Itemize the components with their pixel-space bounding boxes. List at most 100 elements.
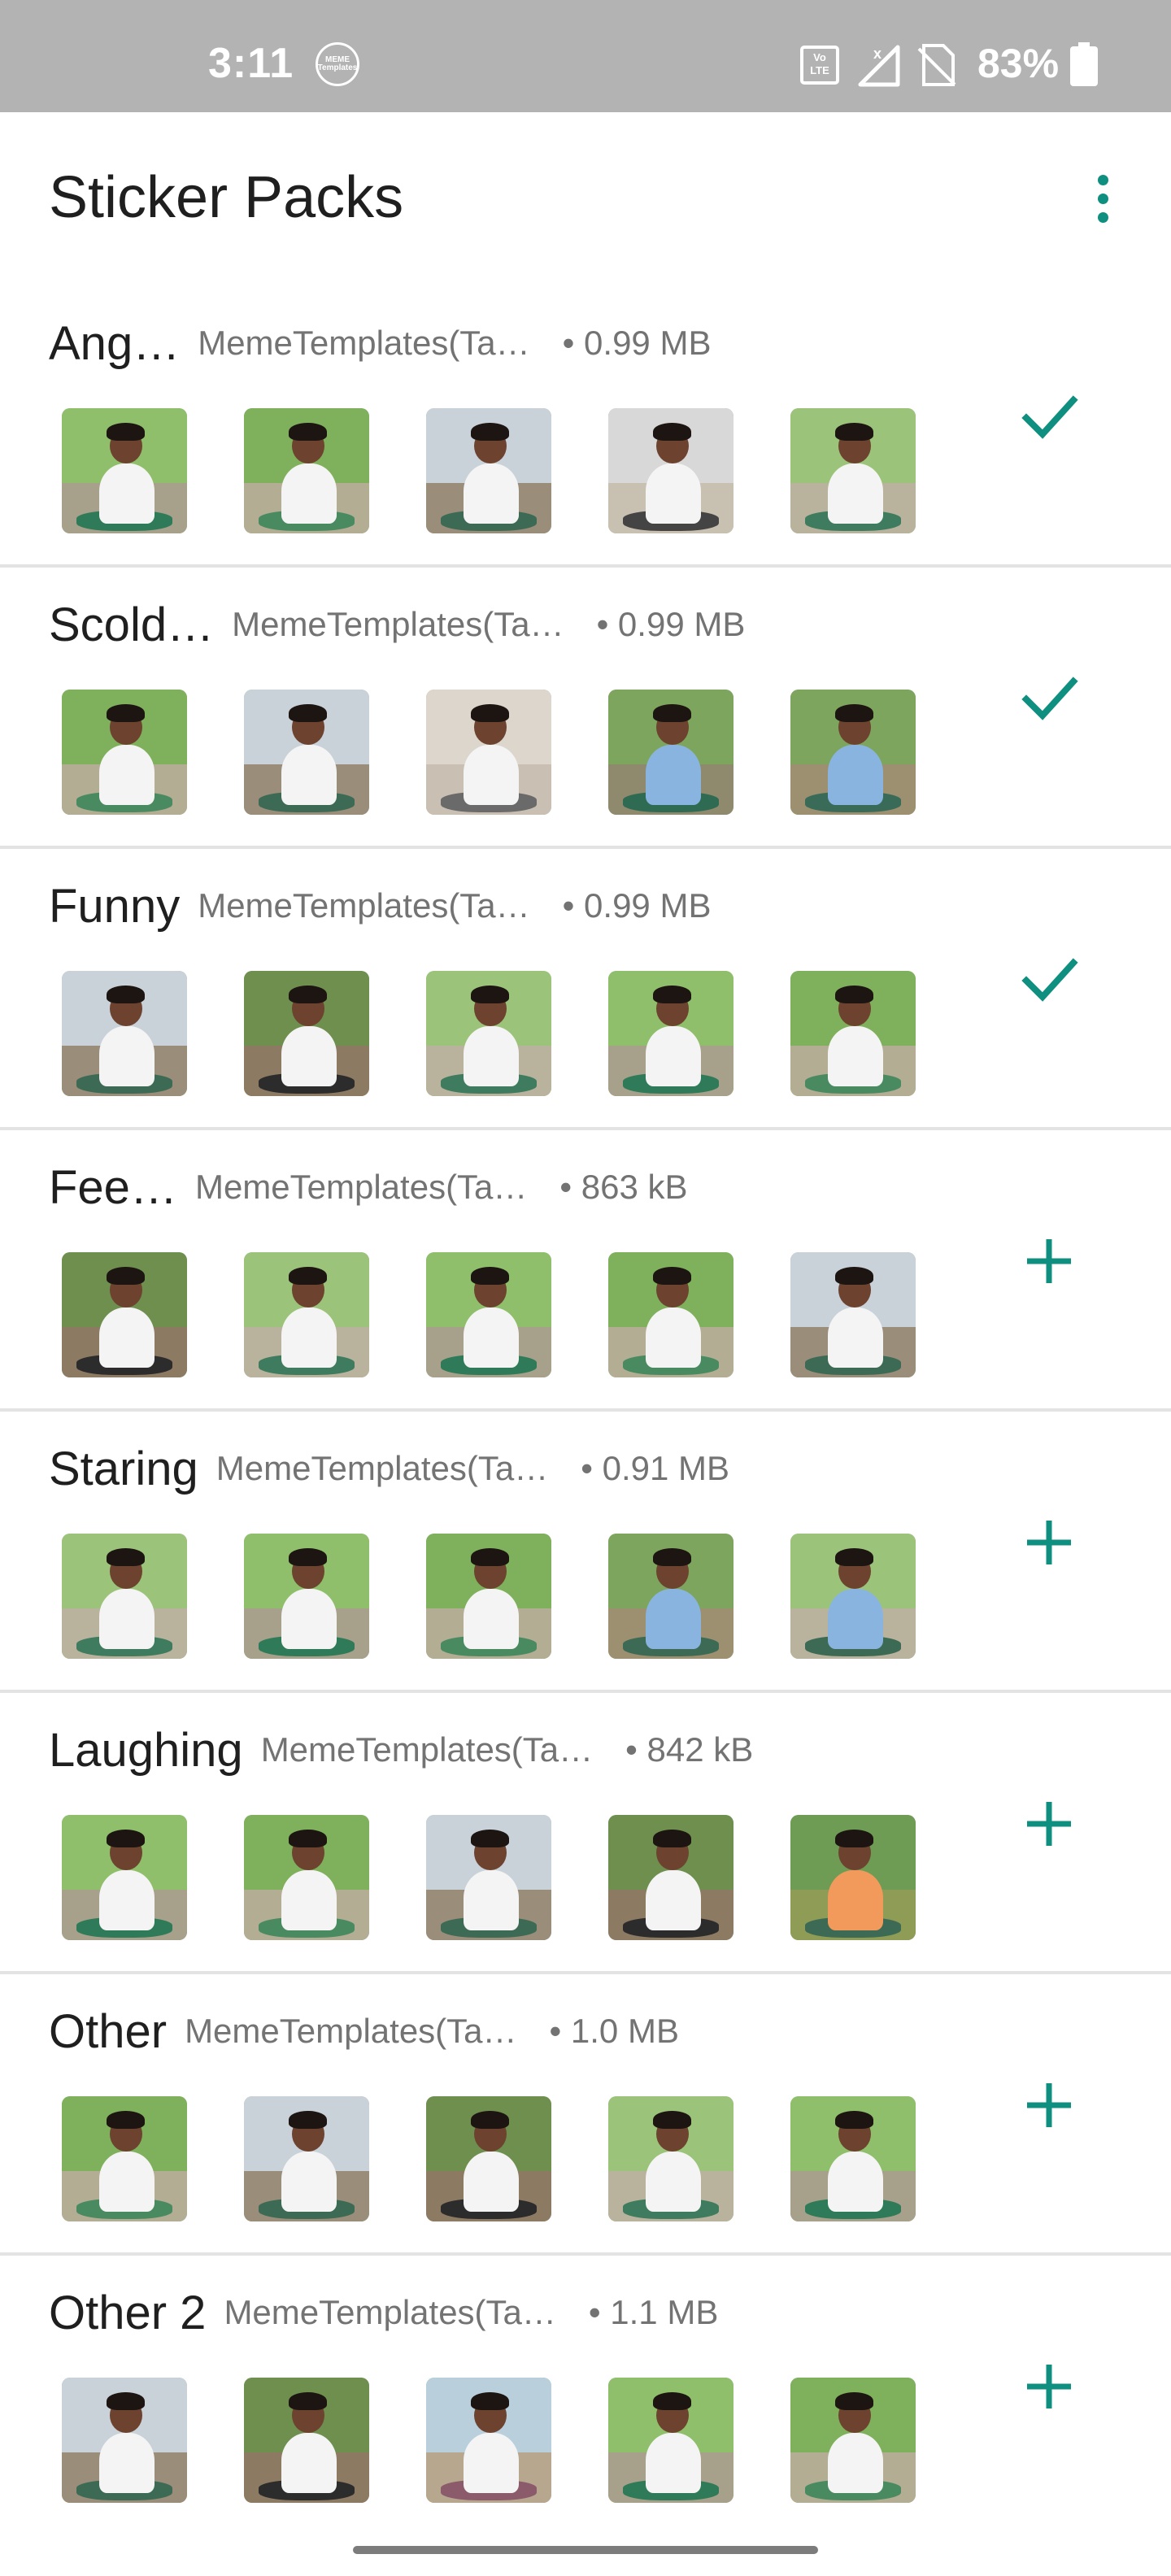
sticker-pack-publisher: MemeTemplates(Ta… bbox=[198, 324, 530, 362]
sticker-thumbnail bbox=[62, 2378, 187, 2503]
sticker-thumbnail bbox=[426, 1534, 551, 1659]
sticker-thumbnail bbox=[244, 2378, 369, 2503]
sticker-pack-name: Other bbox=[49, 2004, 168, 2058]
sticker-pack-publisher: MemeTemplates(Ta… bbox=[215, 1449, 549, 1487]
sticker-pack-size: • 842 kB bbox=[625, 1730, 754, 1769]
sticker-thumbnail bbox=[62, 1252, 187, 1377]
sticker-thumbnail bbox=[790, 1815, 916, 1940]
sticker-thumbnail bbox=[244, 690, 369, 815]
add-pack-button[interactable] bbox=[1008, 1501, 1090, 1582]
sticker-pack-name: Fee… bbox=[49, 1160, 177, 1214]
sticker-thumbnail bbox=[426, 408, 551, 533]
sticker-pack-header: Laughing MemeTemplates(Ta… • 842 kB bbox=[49, 1717, 753, 1782]
add-pack-button[interactable] bbox=[1008, 1782, 1090, 1864]
plus-icon bbox=[1027, 2365, 1071, 2408]
sticker-pack-row[interactable]: Fee… MemeTemplates(Ta… • 863 kB bbox=[0, 1130, 1171, 1412]
sticker-pack-publisher: MemeTemplates(Ta… bbox=[260, 1730, 594, 1769]
sticker-thumbnail bbox=[608, 2096, 734, 2221]
svg-text:x: x bbox=[873, 46, 882, 62]
sticker-thumbnail bbox=[426, 2096, 551, 2221]
pack-added-indicator[interactable] bbox=[1008, 657, 1090, 738]
sticker-pack-row[interactable]: Other 2 MemeTemplates(Ta… • 1.1 MB bbox=[0, 2256, 1171, 2537]
sticker-pack-name: Laughing bbox=[49, 1723, 243, 1777]
sticker-pack-name: Staring bbox=[49, 1442, 198, 1495]
sticker-pack-name: Funny bbox=[49, 879, 181, 933]
sticker-thumbnail bbox=[426, 971, 551, 1096]
sticker-preview-strip bbox=[62, 971, 916, 1096]
more-options-button[interactable] bbox=[1077, 166, 1129, 231]
sticker-thumbnail bbox=[608, 1252, 734, 1377]
pack-added-indicator[interactable] bbox=[1008, 938, 1090, 1020]
sticker-thumbnail bbox=[790, 1252, 916, 1377]
sticker-thumbnail bbox=[608, 1815, 734, 1940]
sticker-thumbnail bbox=[608, 690, 734, 815]
sticker-pack-publisher: MemeTemplates(Ta… bbox=[194, 1168, 528, 1206]
plus-icon bbox=[1027, 2083, 1071, 2127]
sticker-thumbnail bbox=[244, 1534, 369, 1659]
check-icon bbox=[1021, 395, 1078, 439]
sticker-pack-row[interactable]: Funny MemeTemplates(Ta… • 0.99 MB bbox=[0, 849, 1171, 1130]
sticker-pack-header: Other 2 MemeTemplates(Ta… • 1.1 MB bbox=[49, 2280, 718, 2345]
sticker-thumbnail bbox=[790, 2096, 916, 2221]
sticker-thumbnail bbox=[790, 2378, 916, 2503]
sticker-thumbnail bbox=[790, 1534, 916, 1659]
sticker-pack-row[interactable]: Laughing MemeTemplates(Ta… • 842 kB bbox=[0, 1693, 1171, 1974]
sticker-pack-list: Ang… MemeTemplates(Ta… • 0.99 MB Scold… Meme… bbox=[0, 286, 1171, 2537]
sticker-pack-header: Funny MemeTemplates(Ta… • 0.99 MB bbox=[49, 873, 711, 938]
sticker-pack-row[interactable]: Staring MemeTemplates(Ta… • 0.91 MB bbox=[0, 1412, 1171, 1693]
battery-icon bbox=[1070, 42, 1098, 86]
add-pack-button[interactable] bbox=[1008, 1220, 1090, 1301]
sticker-pack-publisher: MemeTemplates(Ta… bbox=[232, 605, 564, 643]
sticker-pack-row[interactable]: Other MemeTemplates(Ta… • 1.0 MB bbox=[0, 1974, 1171, 2256]
sticker-thumbnail bbox=[244, 1815, 369, 1940]
sticker-thumbnail bbox=[426, 2378, 551, 2503]
sticker-pack-header: Other MemeTemplates(Ta… • 1.0 MB bbox=[49, 1999, 679, 2064]
sticker-preview-strip bbox=[62, 1815, 916, 1940]
page-title: Sticker Packs bbox=[49, 165, 404, 230]
sticker-preview-strip bbox=[62, 1252, 916, 1377]
more-vert-icon bbox=[1097, 174, 1108, 185]
sticker-pack-size: • 1.0 MB bbox=[549, 2012, 679, 2050]
status-bar: 3:11 MEME Templates Vo LTE x 83% bbox=[0, 0, 1171, 112]
sticker-thumbnail bbox=[62, 1815, 187, 1940]
sticker-pack-publisher: MemeTemplates(Ta… bbox=[224, 2293, 556, 2331]
sticker-thumbnail bbox=[608, 2378, 734, 2503]
signal-icon: x bbox=[855, 42, 901, 88]
sticker-pack-header: Fee… MemeTemplates(Ta… • 863 kB bbox=[49, 1155, 688, 1220]
add-pack-button[interactable] bbox=[1008, 2345, 1090, 2426]
add-pack-button[interactable] bbox=[1008, 2064, 1090, 2145]
pack-added-indicator[interactable] bbox=[1008, 376, 1090, 457]
sticker-pack-header: Scold… MemeTemplates(Ta… • 0.99 MB bbox=[49, 592, 745, 657]
sticker-preview-strip bbox=[62, 2096, 916, 2221]
sticker-pack-publisher: MemeTemplates(Ta… bbox=[198, 886, 530, 925]
gesture-nav-handle[interactable] bbox=[353, 2546, 818, 2554]
sticker-thumbnail bbox=[62, 1534, 187, 1659]
status-time: 3:11 bbox=[208, 40, 294, 87]
sticker-thumbnail bbox=[426, 1252, 551, 1377]
sticker-thumbnail bbox=[62, 971, 187, 1096]
sticker-thumbnail bbox=[62, 408, 187, 533]
sticker-pack-size: • 0.99 MB bbox=[562, 886, 712, 925]
sticker-thumbnail bbox=[790, 690, 916, 815]
check-icon bbox=[1021, 677, 1078, 720]
sticker-pack-size: • 1.1 MB bbox=[588, 2293, 719, 2331]
sticker-pack-header: Staring MemeTemplates(Ta… • 0.91 MB bbox=[49, 1436, 729, 1501]
sticker-pack-publisher: MemeTemplates(Ta… bbox=[185, 2012, 517, 2050]
sticker-thumbnail bbox=[426, 690, 551, 815]
sticker-preview-strip bbox=[62, 2378, 916, 2503]
battery-percent: 83% bbox=[977, 41, 1060, 86]
volte-icon: Vo LTE bbox=[800, 46, 839, 85]
sticker-pack-name: Other 2 bbox=[49, 2286, 207, 2339]
no-sim-icon bbox=[916, 42, 958, 88]
sticker-thumbnail bbox=[62, 690, 187, 815]
sticker-thumbnail bbox=[244, 971, 369, 1096]
sticker-thumbnail bbox=[426, 1815, 551, 1940]
check-icon bbox=[1021, 958, 1078, 1002]
more-vert-icon-dot bbox=[1097, 211, 1108, 223]
sticker-pack-row[interactable]: Scold… MemeTemplates(Ta… • 0.99 MB bbox=[0, 568, 1171, 849]
sticker-preview-strip bbox=[62, 408, 916, 533]
meme-app-notification-icon: MEME Templates bbox=[316, 42, 359, 86]
sticker-pack-row[interactable]: Ang… MemeTemplates(Ta… • 0.99 MB bbox=[0, 286, 1171, 568]
sticker-pack-size: • 863 kB bbox=[559, 1168, 688, 1206]
sticker-pack-name: Ang… bbox=[49, 316, 181, 370]
